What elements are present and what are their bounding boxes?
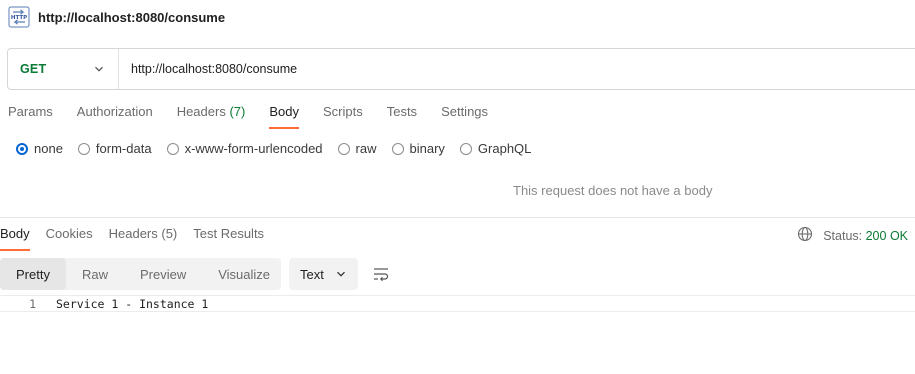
response-tab-headers[interactable]: Headers (5): [109, 226, 178, 251]
request-tabs: Params Authorization Headers (7) Body Sc…: [8, 104, 512, 129]
view-mode-visualize[interactable]: Visualize: [202, 258, 286, 290]
radio-label: GraphQL: [477, 141, 532, 156]
tab-count: (7): [229, 104, 246, 119]
tab-label: Tests: [386, 104, 418, 119]
radio-graphql[interactable]: GraphQL: [459, 141, 532, 156]
body-type-options: none form-data x-www-form-urlencoded raw…: [16, 141, 546, 156]
tab-label: Params: [8, 104, 53, 119]
radio-button[interactable]: [459, 142, 472, 155]
chevron-down-icon: [336, 267, 346, 282]
tab-settings[interactable]: Settings: [441, 104, 488, 129]
svg-text:HTTP: HTTP: [11, 15, 27, 21]
radio-label: binary: [409, 141, 445, 156]
response-tabs: Body Cookies Headers (5) Test Results: [0, 226, 280, 251]
view-mode-preview[interactable]: Preview: [124, 258, 202, 290]
response-tab-cookies[interactable]: Cookies: [46, 226, 93, 251]
view-mode-toggle: Pretty Raw Preview Visualize: [0, 258, 281, 290]
radio-button[interactable]: [391, 142, 404, 155]
status-code[interactable]: 200 OK: [866, 229, 908, 243]
method-label: GET: [20, 62, 47, 76]
url-input[interactable]: [119, 49, 915, 89]
tab-scripts[interactable]: Scripts: [323, 104, 363, 129]
view-mode-raw[interactable]: Raw: [66, 258, 124, 290]
response-tab-body[interactable]: Body: [0, 226, 30, 251]
request-title[interactable]: http://localhost:8080/consume: [38, 10, 225, 25]
response-tab-test-results[interactable]: Test Results: [193, 226, 264, 251]
radio-label: none: [34, 141, 63, 156]
format-label: Text: [300, 266, 324, 282]
line-number: 1: [29, 296, 36, 311]
radio-label: form-data: [95, 141, 152, 156]
tab-tests[interactable]: Tests: [387, 104, 417, 129]
status-label: Status:: [823, 228, 863, 243]
response-body-text[interactable]: Service 1 - Instance 1: [56, 297, 208, 311]
tab-authorization[interactable]: Authorization: [77, 104, 153, 129]
radio-raw[interactable]: raw: [337, 141, 377, 156]
radio-none[interactable]: none: [16, 141, 63, 156]
tab-headers[interactable]: Headers (7): [177, 104, 246, 129]
format-select[interactable]: Text: [289, 258, 358, 290]
tab-params[interactable]: Params: [8, 104, 53, 129]
http-request-icon: HTTP: [8, 6, 30, 28]
radio-button[interactable]: [337, 142, 350, 155]
tab-label: Headers: [176, 104, 226, 119]
radio-x-www-form-urlencoded[interactable]: x-www-form-urlencoded: [166, 141, 323, 156]
radio-form-data[interactable]: form-data: [77, 141, 152, 156]
response-status: Status: 200 OK: [797, 226, 908, 245]
tab-label: Authorization: [76, 104, 153, 119]
tab-label: Settings: [441, 104, 489, 119]
globe-icon[interactable]: [797, 226, 813, 245]
radio-binary[interactable]: binary: [391, 141, 445, 156]
url-bar: GET: [7, 48, 915, 90]
radio-button[interactable]: [16, 142, 28, 155]
radio-label: x-www-form-urlencoded: [184, 141, 323, 156]
method-selector[interactable]: GET: [8, 49, 119, 89]
radio-label: raw: [355, 141, 377, 156]
section-divider: [0, 217, 915, 218]
wrap-lines-icon[interactable]: [372, 265, 390, 283]
response-body-editor[interactable]: 1 Service 1 - Instance 1: [0, 295, 915, 312]
radio-button[interactable]: [166, 142, 179, 155]
tab-label: Body: [269, 104, 299, 119]
view-mode-pretty[interactable]: Pretty: [0, 258, 66, 290]
status-text: Status: 200 OK: [823, 229, 908, 243]
chevron-down-icon: [94, 62, 104, 77]
no-body-message: This request does not have a body: [513, 183, 713, 198]
request-title-bar: HTTP http://localhost:8080/consume: [8, 6, 225, 28]
tab-body[interactable]: Body: [269, 104, 299, 129]
radio-button[interactable]: [77, 142, 90, 155]
tab-label: Scripts: [322, 104, 363, 119]
